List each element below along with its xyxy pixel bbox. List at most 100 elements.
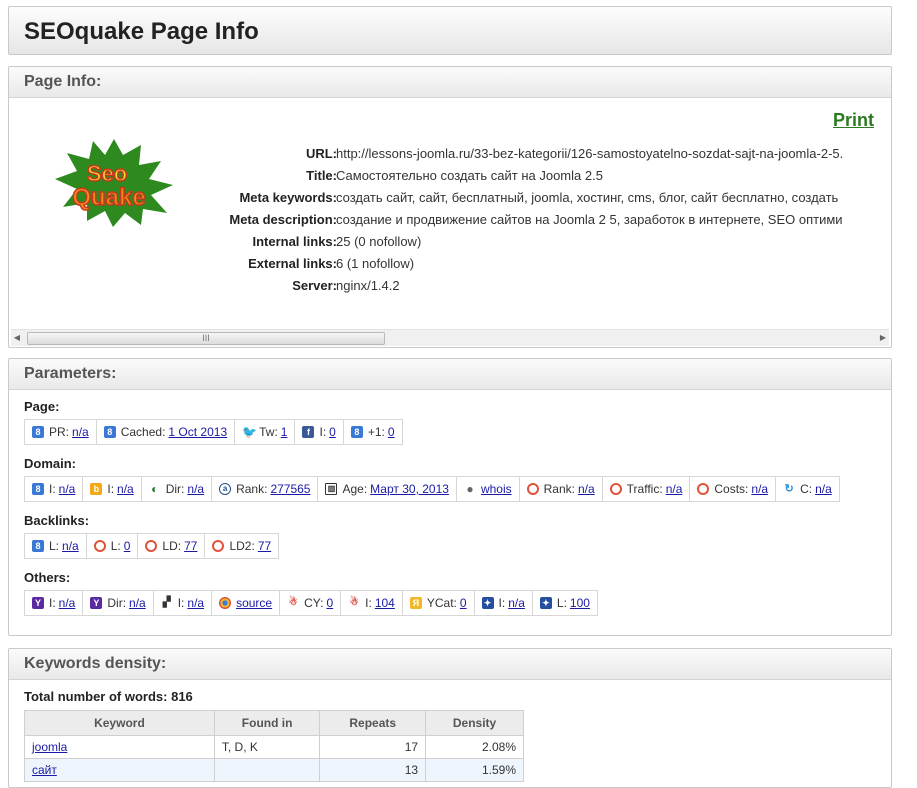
- cached-link[interactable]: 1 Oct 2013: [168, 425, 227, 439]
- semrush-links-link[interactable]: 0: [124, 539, 131, 553]
- seoquake-logo: Seo Quake: [49, 137, 179, 227]
- param-chip: 8 PR: n/a: [25, 420, 97, 444]
- backlinks-group-title: Backlinks:: [24, 513, 90, 528]
- bing-index-link[interactable]: n/a: [117, 482, 134, 496]
- alexa-icon: a: [219, 483, 232, 495]
- param-chip: ● whois: [457, 477, 520, 501]
- yahoo-icon: Y: [32, 597, 44, 609]
- param-chip: Я YCat: 0: [403, 591, 475, 615]
- google-icon: 8: [32, 540, 44, 552]
- param-chip: source: [212, 591, 281, 615]
- delicious-link[interactable]: n/a: [187, 596, 204, 610]
- page-title: SEOquake Page Info: [24, 18, 259, 45]
- param-chip: ✦ L: 100: [533, 591, 597, 615]
- param-chip: Y I: n/a: [25, 591, 84, 615]
- pr-link[interactable]: n/a: [72, 425, 89, 439]
- meta-description-value: создание и продвижение сайтов на Joomla …: [336, 212, 843, 227]
- semrush-icon: [609, 483, 622, 495]
- keywords-density-panel: Keywords density: Total number of words:…: [8, 648, 892, 788]
- google-icon: 8: [103, 426, 116, 438]
- param-chip: 🐦 Tw: 1: [235, 420, 296, 444]
- parameters-heading: Parameters:: [9, 359, 891, 390]
- param-chip: 8 +1: 0: [344, 420, 402, 444]
- param-chip: Y Dir: n/a: [83, 591, 154, 615]
- param-chip: LD2: 77: [205, 534, 278, 558]
- keywords-density-heading: Keywords density:: [9, 649, 891, 680]
- param-chip: b I: n/a: [83, 477, 142, 501]
- domain-age-link[interactable]: Март 30, 2013: [370, 482, 449, 496]
- url-label: URL:: [305, 146, 337, 161]
- yandex-catalog-icon: Я: [409, 597, 422, 609]
- semrush-ld-link[interactable]: 77: [184, 539, 197, 553]
- semrush-costs-link[interactable]: n/a: [751, 482, 768, 496]
- param-chip: 8 L: n/a: [25, 534, 87, 558]
- domain-group-title: Domain:: [24, 456, 76, 471]
- info-row-title: Title: Самостоятельно создать сайт на Jo…: [179, 165, 891, 187]
- param-chip: Rank: n/a: [520, 477, 603, 501]
- param-chip: f I: 0: [295, 420, 344, 444]
- internal-links-label: Internal links:: [252, 234, 337, 249]
- horizontal-scrollbar[interactable]: ◀ III ▶: [11, 329, 889, 346]
- google-links-link[interactable]: n/a: [62, 539, 79, 553]
- seoquake-logo-icon: Seo Quake: [55, 139, 173, 227]
- param-chip: 8 Cached: 1 Oct 2013: [97, 420, 236, 444]
- sitescore-links-link[interactable]: 100: [570, 596, 590, 610]
- dmoz-dir-link[interactable]: n/a: [187, 482, 204, 496]
- param-chip: Traffic: n/a: [603, 477, 691, 501]
- compete-link[interactable]: n/a: [815, 482, 832, 496]
- semrush-icon: [145, 540, 158, 552]
- semrush-traffic-link[interactable]: n/a: [666, 482, 683, 496]
- semrush-icon: [526, 483, 539, 495]
- column-found-in[interactable]: Found in: [213, 710, 321, 736]
- semrush-rank-link[interactable]: n/a: [578, 482, 595, 496]
- yandex-catalog-link[interactable]: 0: [460, 596, 467, 610]
- param-chip: a Rank: 277565: [212, 477, 319, 501]
- meta-description-label: Meta description:: [229, 212, 337, 227]
- google-index-link[interactable]: n/a: [59, 482, 76, 496]
- whois-link[interactable]: whois: [481, 482, 512, 496]
- yahoo-index-link[interactable]: n/a: [59, 596, 76, 610]
- param-chip: ☃ CY: 0: [280, 591, 342, 615]
- facebook-likes-link[interactable]: 0: [329, 425, 336, 439]
- scroll-right-arrow-icon[interactable]: ▶: [877, 332, 889, 344]
- scrollbar-thumb[interactable]: III: [27, 332, 385, 345]
- domain-params-row: 8 I: n/a b I: n/a ◐ Dir: n/a a Rank: 277565 ▥ Age…: [24, 476, 840, 502]
- google-icon: 8: [32, 426, 44, 438]
- svg-text:Seo: Seo: [87, 161, 127, 186]
- column-repeats[interactable]: Repeats: [319, 710, 427, 736]
- twitter-icon: 🐦: [242, 425, 258, 439]
- plus-one-link[interactable]: 0: [388, 425, 395, 439]
- internal-links-value: 25 (0 nofollow): [336, 234, 422, 249]
- source-link[interactable]: source: [236, 596, 272, 610]
- found-in-cell: [213, 758, 321, 782]
- sitescore-index-link[interactable]: n/a: [508, 596, 525, 610]
- external-links-value: 6 (1 nofollow): [336, 256, 415, 271]
- info-row-server: Server: nginx/1.4.2: [179, 275, 891, 297]
- yandex-cy-link[interactable]: 0: [326, 596, 333, 610]
- chrome-icon: [219, 597, 232, 609]
- repeats-cell: 17: [319, 735, 427, 759]
- yandex-cy-icon: ☃: [287, 597, 300, 609]
- density-cell: 2.08%: [425, 735, 524, 759]
- compete-icon: ↻: [783, 483, 796, 495]
- whois-icon: ●: [463, 483, 476, 495]
- keyword-link[interactable]: joomla: [32, 740, 67, 754]
- alexa-rank-link[interactable]: 277565: [270, 482, 310, 496]
- facebook-icon: f: [302, 426, 315, 438]
- found-in-cell: T, D, K: [213, 735, 321, 759]
- page-info-panel: Page Info: Print Seo Quake URL: http://l…: [8, 66, 892, 348]
- parameters-panel: Parameters: Page: 8 PR: n/a 8 Cached: 1 Oct …: [8, 358, 892, 636]
- semrush-ld2-link[interactable]: 77: [258, 539, 271, 553]
- yahoo-icon: Y: [90, 597, 103, 609]
- column-density[interactable]: Density: [425, 710, 524, 736]
- keyword-link[interactable]: сайт: [32, 763, 57, 777]
- param-chip: ◐ Dir: n/a: [142, 477, 213, 501]
- column-keyword[interactable]: Keyword: [24, 710, 215, 736]
- dmoz-icon: ◐: [148, 483, 161, 495]
- scroll-left-arrow-icon[interactable]: ◀: [11, 332, 23, 344]
- yandex-index-link[interactable]: 104: [375, 596, 395, 610]
- print-link[interactable]: Print: [833, 110, 874, 131]
- param-chip: ↻ C: n/a: [783, 482, 832, 496]
- tweets-link[interactable]: 1: [281, 425, 288, 439]
- yahoo-dir-link[interactable]: n/a: [129, 596, 146, 610]
